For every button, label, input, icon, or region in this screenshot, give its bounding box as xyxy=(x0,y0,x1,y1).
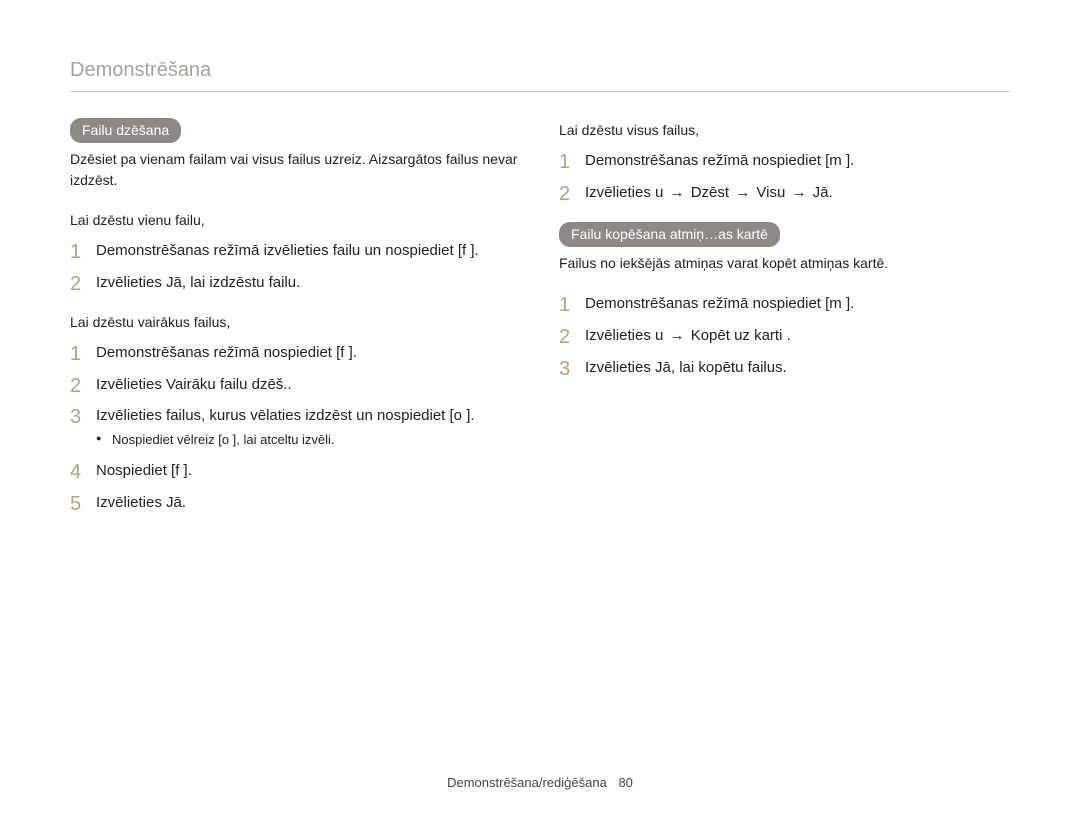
subhead-multi-delete: Lai dzēstu vairākus failus, xyxy=(70,312,521,332)
step-item: Demonstrēšanas režīmā izvēlieties failu … xyxy=(70,240,521,262)
step-item: Demonstrēšanas režīmā nospiediet [m ]. xyxy=(559,150,1010,172)
steps-single-delete: Demonstrēšanas režīmā izvēlieties failu … xyxy=(70,240,521,294)
arrow-icon: → xyxy=(791,184,806,201)
left-column: Failu dzēšana Dzēsiet pa vienam failam v… xyxy=(70,118,521,532)
step-text: Visu xyxy=(752,184,789,201)
footer-text: Demonstrēšana/rediģēšana xyxy=(447,775,607,790)
section-pill-delete: Failu dzēšana xyxy=(70,118,181,143)
step-text: Demonstrēšanas režīmā nospiediet [m ]. xyxy=(585,152,854,169)
step-text: Izvēlieties failus, kurus vēlaties izdzē… xyxy=(96,407,475,424)
step-item: Izvēlieties u → Dzēst → Visu → Jā. xyxy=(559,182,1010,204)
steps-copy: Demonstrēšanas režīmā nospiediet [m ]. I… xyxy=(559,293,1010,378)
step-text: Kopēt uz karti . xyxy=(687,327,791,344)
page-title: Demonstrēšana xyxy=(70,56,1010,92)
steps-delete-all: Demonstrēšanas režīmā nospiediet [m ]. I… xyxy=(559,150,1010,204)
subhead-single-delete: Lai dzēstu vienu failu, xyxy=(70,210,521,230)
step-text: Izvēlieties u xyxy=(585,327,668,344)
step-note-list: Nospiediet vēlreiz [o ], lai atceltu izv… xyxy=(96,431,521,450)
arrow-icon: → xyxy=(670,327,685,344)
step-text: Izvēlieties u xyxy=(585,184,668,201)
step-item: Izvēlieties failus, kurus vēlaties izdzē… xyxy=(70,405,521,450)
step-item: Izvēlieties Vairāku failu dzēš.. xyxy=(70,374,521,396)
step-text: Jā. xyxy=(808,184,832,201)
step-text: Izvēlieties Jā, lai kopētu failus. xyxy=(585,359,787,376)
section-pill-copy: Failu kopēšana atmiņ…as kartē xyxy=(559,222,780,247)
arrow-icon: → xyxy=(735,184,750,201)
right-column: Lai dzēstu visus failus, Demonstrēšanas … xyxy=(559,118,1010,532)
section-desc: Dzēsiet pa vienam failam vai visus failu… xyxy=(70,149,521,190)
step-note: Nospiediet vēlreiz [o ], lai atceltu izv… xyxy=(96,431,521,450)
step-item: Izvēlieties Jā. xyxy=(70,492,521,514)
content-columns: Failu dzēšana Dzēsiet pa vienam failam v… xyxy=(70,118,1010,532)
step-item: Nospiediet [f ]. xyxy=(70,460,521,482)
step-text: Demonstrēšanas režīmā nospiediet [m ]. xyxy=(585,295,854,312)
step-item: Izvēlieties Jā, lai izdzēstu failu. xyxy=(70,272,521,294)
page-number: 80 xyxy=(618,775,632,790)
subhead-delete-all: Lai dzēstu visus failus, xyxy=(559,120,1010,140)
step-text: Dzēst xyxy=(687,184,734,201)
step-item: Izvēlieties Jā, lai kopētu failus. xyxy=(559,357,1010,379)
page-footer: Demonstrēšana/rediģēšana 80 xyxy=(0,774,1080,793)
steps-multi-delete: Demonstrēšanas režīmā nospiediet [f ]. I… xyxy=(70,342,521,514)
step-item: Demonstrēšanas režīmā nospiediet [f ]. xyxy=(70,342,521,364)
step-item: Izvēlieties u → Kopēt uz karti . xyxy=(559,325,1010,347)
step-item: Demonstrēšanas režīmā nospiediet [m ]. xyxy=(559,293,1010,315)
section-desc: Failus no iekšējās atmiņas varat kopēt a… xyxy=(559,253,1010,273)
arrow-icon: → xyxy=(670,184,685,201)
